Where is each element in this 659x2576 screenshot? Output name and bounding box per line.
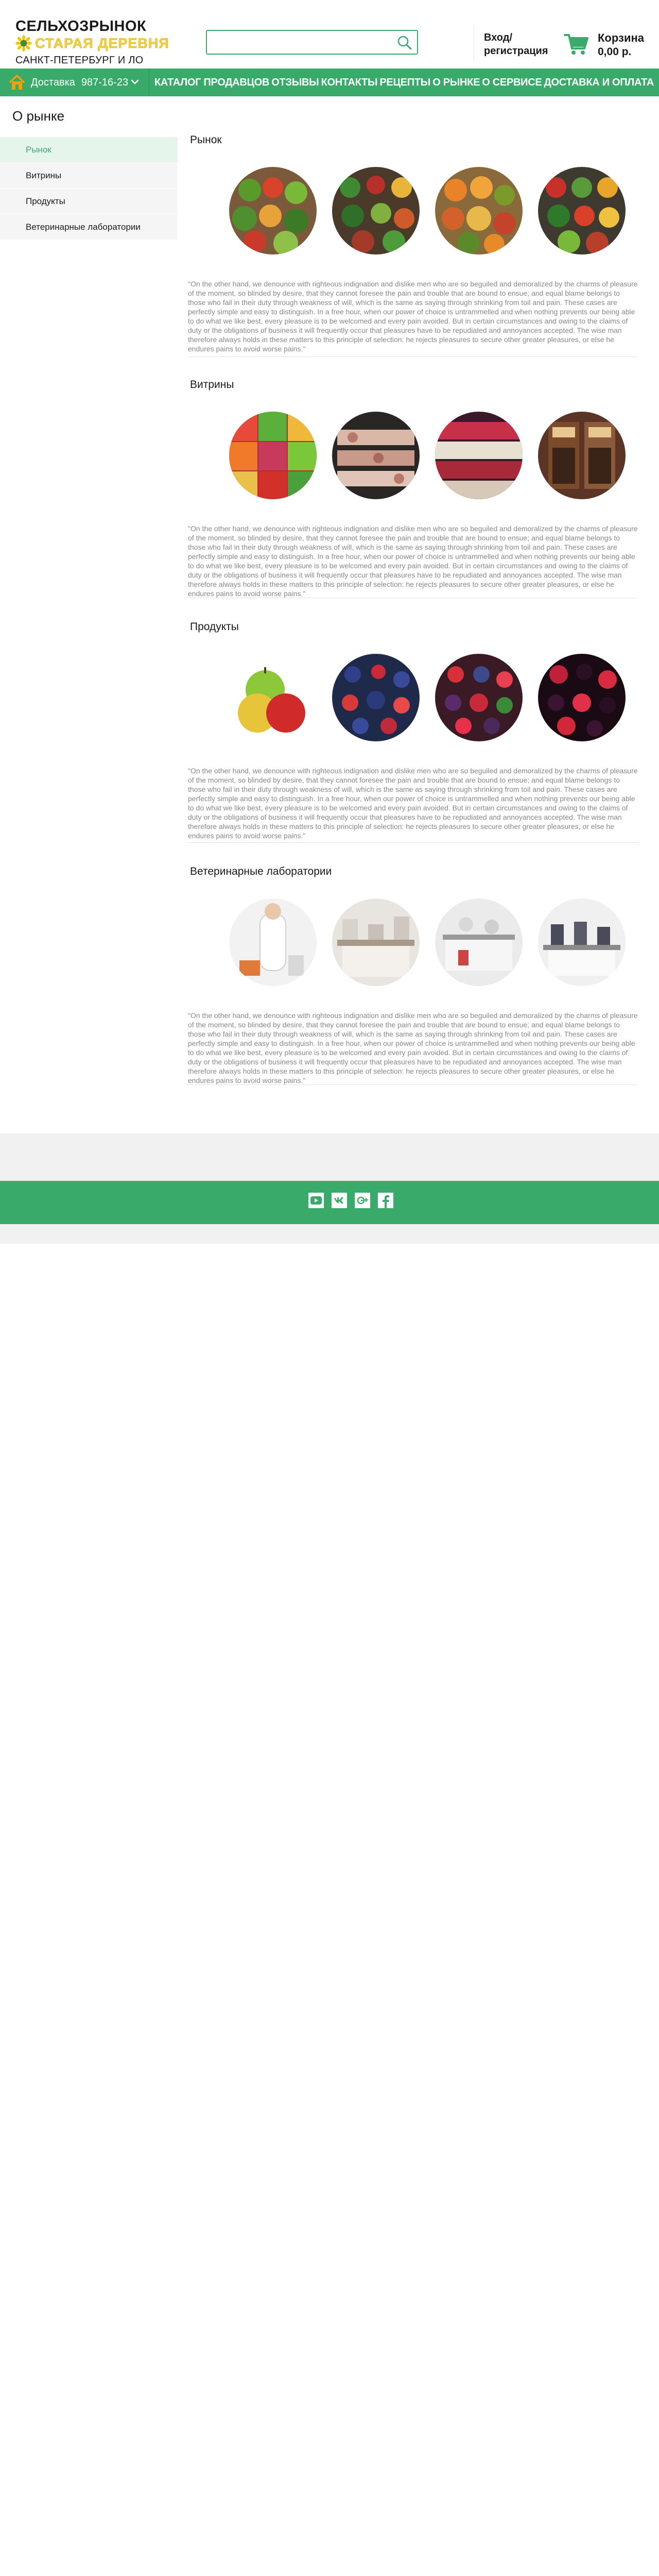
nav-item-about-market[interactable]: О РЫНКЕ bbox=[432, 77, 480, 89]
market-photo bbox=[538, 167, 626, 255]
nav-item-contacts[interactable]: КОНТАКТЫ bbox=[321, 77, 378, 89]
logo-city: САНКТ-ПЕТЕРБУРГ И ЛО bbox=[15, 55, 144, 66]
section-title: Витрины bbox=[190, 379, 234, 391]
page-title: О рынке bbox=[12, 108, 65, 124]
product-photo bbox=[538, 654, 626, 741]
sunflower-icon bbox=[15, 35, 32, 52]
section-text: "On the other hand, we denounce with rig… bbox=[188, 280, 638, 353]
facebook-icon[interactable] bbox=[377, 1192, 394, 1209]
section-text: "On the other hand, we denounce with rig… bbox=[188, 767, 638, 840]
lab-photo bbox=[538, 899, 626, 986]
site-logo[interactable]: СЕЛЬХОЗРЫНОК СТАРАЯ ДЕРЕВНЯ САНКТ-ПЕТЕРБ… bbox=[15, 18, 170, 66]
lab-photo bbox=[332, 899, 420, 986]
cart-total: 0,00 р. bbox=[598, 46, 632, 58]
nav-item-delivery-payment[interactable]: ДОСТАВКА И ОПЛАТА bbox=[544, 77, 654, 89]
chevron-down-icon bbox=[131, 79, 139, 84]
product-photo bbox=[332, 654, 420, 741]
cart-label: Корзина bbox=[598, 31, 644, 44]
section-products: Продукты "On the other hand, we denounce… bbox=[188, 621, 638, 843]
section-market: Рынок "On the other hand, we denounce wi… bbox=[188, 134, 638, 357]
product-photo bbox=[229, 654, 317, 741]
photo-row bbox=[229, 412, 636, 499]
section-text: "On the other hand, we denounce with rig… bbox=[188, 1011, 638, 1084]
section-divider bbox=[188, 842, 638, 843]
main-nav: Доставка 987-16-23 КАТАЛОГ ПРОДАВЦОВ ОТЗ… bbox=[0, 69, 659, 96]
showcase-photo bbox=[229, 412, 317, 499]
logo-title: СЕЛЬХОЗРЫНОК bbox=[15, 18, 147, 35]
showcase-photo bbox=[332, 412, 420, 499]
section-title: Продукты bbox=[190, 621, 239, 633]
lab-photo bbox=[435, 899, 523, 986]
section-divider bbox=[188, 1084, 638, 1085]
delivery-phone: 987-16-23 bbox=[81, 76, 129, 88]
market-photo bbox=[435, 167, 523, 255]
logo-subtitle: СТАРАЯ ДЕРЕВНЯ bbox=[35, 36, 169, 52]
delivery-dropdown[interactable]: Доставка 987-16-23 bbox=[0, 69, 149, 96]
login-link[interactable]: Вход/ регистрация bbox=[484, 31, 548, 58]
footer-bottom bbox=[0, 1224, 659, 1244]
market-photo bbox=[332, 167, 420, 255]
sidebar-item-vet-labs[interactable]: Ветеринарные лаборатории bbox=[0, 214, 178, 240]
lab-photo bbox=[229, 899, 317, 986]
youtube-icon[interactable] bbox=[308, 1192, 324, 1209]
nav-item-about-service[interactable]: О СЕРВИСЕ bbox=[482, 77, 542, 89]
search-icon[interactable] bbox=[396, 35, 413, 51]
vk-icon[interactable] bbox=[331, 1192, 348, 1209]
nav-items: КАТАЛОГ ПРОДАВЦОВ ОТЗЫВЫ КОНТАКТЫ РЕЦЕПТ… bbox=[149, 69, 659, 96]
section-title: Ветеринарные лаборатории bbox=[190, 866, 332, 877]
sidebar-item-showcases[interactable]: Витрины bbox=[0, 163, 178, 189]
header: СЕЛЬХОЗРЫНОК СТАРАЯ ДЕРЕВНЯ САНКТ-ПЕТЕРБ… bbox=[0, 0, 659, 69]
cart-button[interactable]: Корзина 0,00 р. bbox=[564, 31, 656, 60]
nav-item-reviews[interactable]: ОТЗЫВЫ bbox=[271, 77, 319, 89]
search-box bbox=[206, 30, 418, 55]
sidebar-item-products[interactable]: Продукты bbox=[0, 189, 178, 214]
nav-item-catalog[interactable]: КАТАЛОГ ПРОДАВЦОВ bbox=[154, 77, 269, 89]
footer-top bbox=[0, 1133, 659, 1181]
sidebar-item-market[interactable]: Рынок bbox=[0, 137, 178, 163]
house-icon bbox=[9, 75, 25, 90]
cart-icon bbox=[564, 34, 588, 55]
market-photo bbox=[229, 167, 317, 255]
showcase-photo bbox=[538, 412, 626, 499]
section-text: "On the other hand, we denounce with rig… bbox=[188, 524, 638, 598]
section-vet-labs: Ветеринарные лаборатории "On the other h… bbox=[188, 866, 638, 1085]
photo-row bbox=[229, 167, 636, 255]
delivery-label: Доставка bbox=[31, 76, 75, 88]
footer-social-bar bbox=[0, 1181, 659, 1224]
google-plus-icon[interactable] bbox=[354, 1192, 371, 1209]
login-label: Вход/ bbox=[484, 32, 513, 43]
sidebar-menu: Рынок Витрины Продукты Ветеринарные лабо… bbox=[0, 137, 178, 240]
product-photo bbox=[435, 654, 523, 741]
nav-item-recipes[interactable]: РЕЦЕПТЫ bbox=[379, 77, 430, 89]
logo-subtitle-row: СТАРАЯ ДЕРЕВНЯ bbox=[15, 35, 170, 52]
photo-row bbox=[229, 899, 636, 986]
section-title: Рынок bbox=[190, 134, 222, 146]
register-label: регистрация bbox=[484, 45, 548, 57]
search-input[interactable] bbox=[207, 31, 392, 54]
section-showcases: Витрины "On the other hand, we denounce … bbox=[188, 379, 638, 598]
photo-row bbox=[229, 654, 636, 741]
showcase-photo bbox=[435, 412, 523, 499]
